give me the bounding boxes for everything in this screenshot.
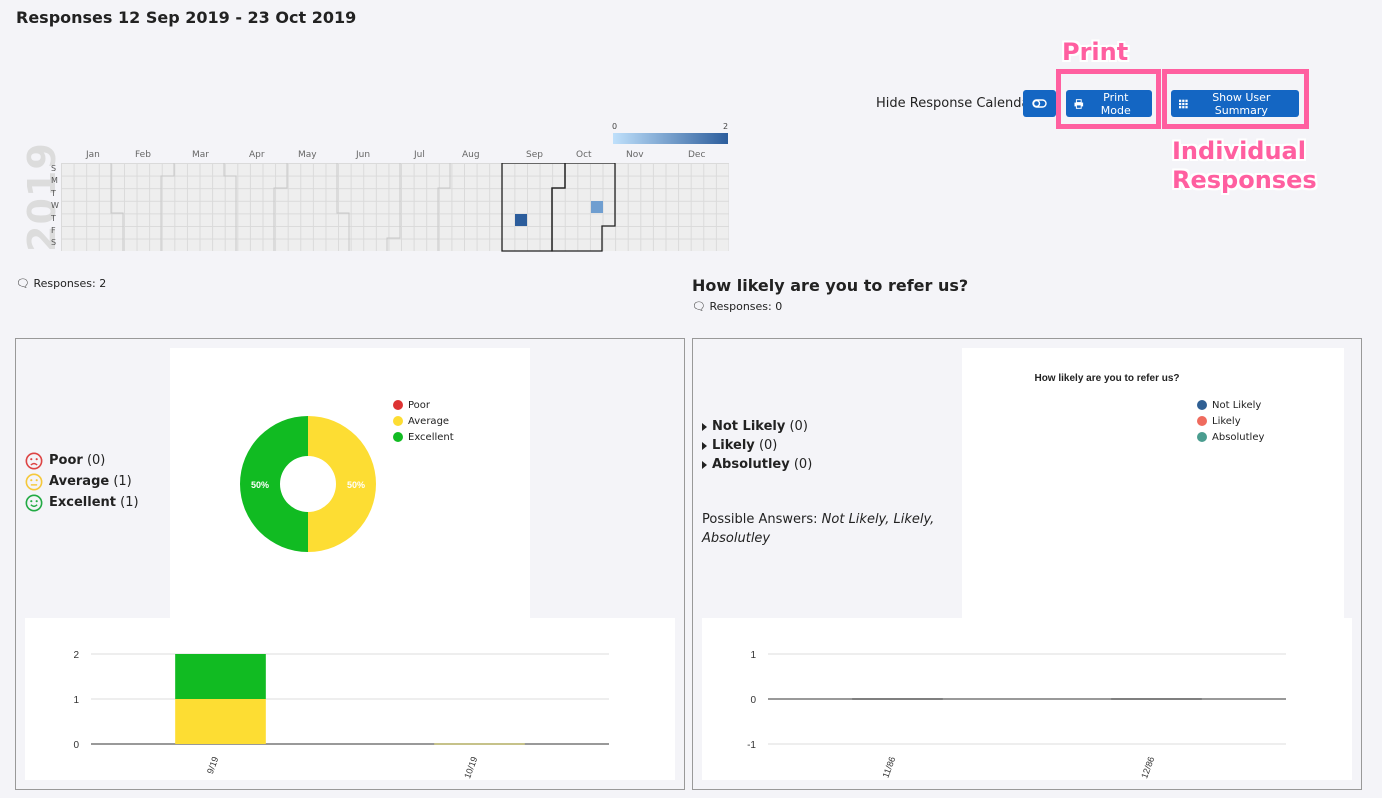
print-mode-label: Print Mode (1100, 90, 1131, 117)
calendar-month-label: Feb (135, 150, 151, 160)
legend-item-likely: Likely (1197, 413, 1264, 429)
print-mode-button[interactable]: Print Mode (1066, 90, 1152, 117)
frown-face-icon (25, 452, 43, 469)
answer-label: Excellent (49, 495, 116, 510)
rating-answer-list: Poor (0) Average (1) Excellent (1) (25, 450, 139, 513)
smile-face-icon (25, 494, 43, 511)
refer-pie-legend: Not Likely Likely Absolutley (1197, 397, 1264, 445)
show-user-summary-label: Show User Summary (1212, 90, 1271, 117)
calendar-day-label: T (51, 188, 56, 198)
neutral-face-icon (25, 473, 43, 490)
possible-answers-label: Possible Answers: (702, 512, 818, 527)
calendar-month-label: Apr (249, 150, 265, 160)
toggle-calendar-button[interactable] (1023, 90, 1056, 117)
calendar-year: 2019 (20, 142, 64, 252)
calendar-month-label: May (298, 150, 317, 160)
y-tick-label: -1 (747, 740, 756, 751)
calendar-month-label: Jan (86, 150, 100, 160)
calendar-cell-active[interactable] (591, 201, 603, 213)
legend-item-not-likely: Not Likely (1197, 397, 1264, 413)
answer-not-likely[interactable]: Not Likely (0) (702, 417, 812, 436)
printer-icon (1074, 98, 1084, 109)
calendar-day-label: F (51, 226, 56, 235)
answer-likely[interactable]: Likely (0) (702, 436, 812, 455)
x-tick-label: 9/19 (205, 755, 220, 775)
refer-pie-area (962, 348, 1344, 618)
caret-right-icon (702, 441, 707, 450)
toggle-icon (1032, 99, 1047, 108)
answer-count: (1) (113, 474, 132, 489)
pie-data-label: 50% (347, 480, 365, 490)
y-tick-label: 2 (73, 650, 79, 661)
question-responses-count: 🗨 Responses: 0 (692, 300, 782, 313)
answer-label: Average (49, 474, 110, 489)
answer-excellent[interactable]: Excellent (1) (25, 492, 139, 513)
answer-absolutley[interactable]: Absolutley (0) (702, 455, 812, 474)
answer-label: Poor (49, 453, 83, 468)
hide-calendar-label: Hide Response Calendar (876, 96, 1035, 111)
calendar-month-borders (110, 163, 616, 252)
calendar-month-label: Oct (576, 150, 592, 160)
calendar-month-label: Sep (526, 150, 543, 160)
x-tick-label: 12/86 (1139, 755, 1156, 780)
x-tick-label: 10/19 (462, 755, 479, 780)
y-tick-label: 0 (73, 740, 79, 751)
answer-count: (0) (86, 453, 106, 468)
calendar-day-label: S (51, 238, 57, 248)
calendar-legend-gradient (613, 133, 728, 144)
y-tick-label: 1 (750, 650, 756, 661)
answer-count: (1) (120, 495, 139, 510)
x-tick-label: 11/86 (881, 755, 898, 779)
legend-item-excellent: Excellent (393, 429, 454, 445)
answer-poor[interactable]: Poor (0) (25, 450, 139, 471)
calendar-month-label: Jun (356, 150, 371, 160)
possible-answers: Possible Answers: Not Likely, Likely, Ab… (702, 510, 942, 548)
calendar-month-label: Nov (626, 150, 644, 160)
show-user-summary-button[interactable]: Show User Summary (1171, 90, 1299, 117)
bar-segment-average[interactable] (175, 699, 266, 744)
responses-count: 🗨 Responses: 2 (16, 277, 106, 290)
rating-bar-chart: 0 1 2 9/19 10/19 (73, 650, 609, 780)
calendar-month-label: Aug (462, 150, 480, 160)
bar-segment-excellent[interactable] (175, 654, 266, 699)
y-tick-label: 1 (73, 695, 79, 706)
annotation-print: Print (1062, 38, 1129, 66)
rating-donut-chart: 50% 50% (240, 416, 376, 552)
calendar-day-label: M (51, 176, 58, 186)
refer-chart-title: How likely are you to refer us? (1034, 373, 1180, 384)
annotation-individual-responses: Individual Responses (1172, 137, 1317, 194)
calendar-month-label: Jul (414, 150, 425, 160)
legend-item-poor: Poor (393, 397, 454, 413)
caret-right-icon (702, 422, 707, 431)
legend-item-absolutley: Absolutley (1197, 429, 1264, 445)
calendar-month-label: Dec (688, 150, 706, 160)
answer-average[interactable]: Average (1) (25, 471, 139, 492)
pie-slice-average[interactable] (308, 416, 376, 552)
comments-icon: 🗨 (16, 277, 30, 290)
page-title: Responses 12 Sep 2019 - 23 Oct 2019 (16, 8, 357, 27)
calendar-day-label: S (51, 164, 57, 173)
legend-max: 2 (723, 122, 729, 131)
calendar-day-label: T (51, 213, 56, 223)
responses-count-text: Responses: 2 (33, 277, 107, 290)
question-title: How likely are you to refer us? (692, 276, 969, 295)
pie-data-label: 50% (251, 480, 269, 490)
legend-item-average: Average (393, 413, 454, 429)
grid-icon (1179, 99, 1188, 108)
refer-bar-chart: -1 0 1 11/86 12/86 (747, 650, 1286, 780)
rating-pie-legend: Poor Average Excellent (393, 397, 454, 445)
y-tick-label: 0 (750, 695, 756, 706)
refer-answer-list: Not Likely (0) Likely (0) Absolutley (0) (702, 417, 812, 474)
calendar-month-label: Mar (192, 150, 209, 160)
calendar-day-label: W (51, 201, 59, 211)
question-responses-text: Responses: 0 (709, 300, 783, 313)
caret-right-icon (702, 460, 707, 469)
legend-min: 0 (612, 122, 618, 131)
calendar-cell-active[interactable] (515, 214, 527, 226)
comments-icon: 🗨 (692, 300, 706, 313)
